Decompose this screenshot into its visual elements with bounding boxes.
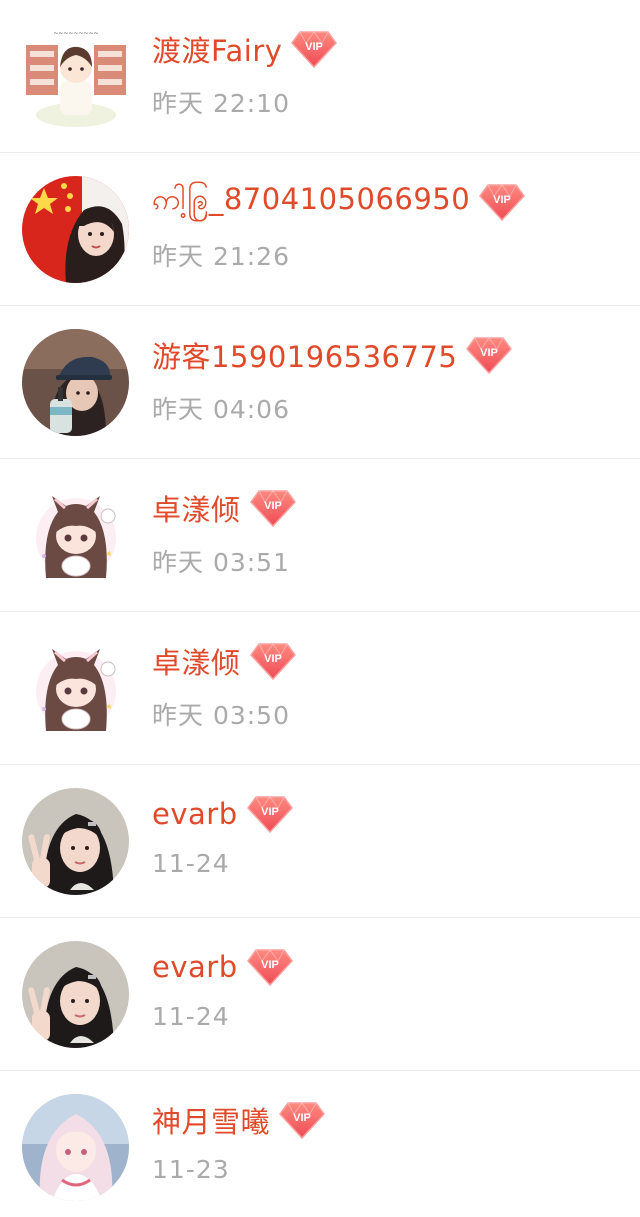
username[interactable]: evarb	[152, 797, 238, 831]
visit-time: 昨天 22:10	[152, 89, 290, 118]
username-line: 卓漾倾	[152, 639, 297, 683]
username[interactable]: 渡渡Fairy	[152, 28, 282, 70]
visit-time: 11-24	[152, 849, 230, 878]
list-item[interactable]: evarb 11-24	[0, 918, 640, 1071]
username[interactable]: 卓漾倾	[152, 640, 241, 682]
username-line: 卓漾倾	[152, 486, 297, 530]
username-line: 神月雪曦	[152, 1098, 326, 1142]
vip-diamond-icon	[246, 947, 294, 987]
list-item[interactable]: 卓漾倾 昨天 03:51	[0, 459, 640, 612]
visit-time: 昨天 04:06	[152, 395, 290, 424]
list-item[interactable]: 神月雪曦 11-23	[0, 1071, 640, 1217]
list-item[interactable]: 卓漾倾 昨天 03:50	[0, 612, 640, 765]
vip-diamond-icon	[465, 335, 513, 375]
vip-diamond-icon	[278, 1100, 326, 1140]
vip-diamond-icon	[249, 641, 297, 681]
visit-time: 11-23	[152, 1155, 230, 1184]
list-item[interactable]: evarb 11-24	[0, 765, 640, 918]
username-line: evarb	[152, 792, 294, 836]
anime-girl-avatar[interactable]	[22, 1094, 129, 1201]
sticker-girl-avatar[interactable]: ~~~~~~~~~	[22, 23, 129, 130]
username[interactable]: 游客1590196536775	[152, 334, 457, 376]
visitor-list: ~~~~~~~~~ 渡渡Fairy 昨天 22:10 ဢါ့ဨြ_8704105…	[0, 0, 640, 1217]
visit-time: 11-24	[152, 1002, 230, 1031]
flag-girl-avatar[interactable]	[22, 176, 129, 283]
peace-sign-girl-avatar[interactable]	[22, 941, 129, 1048]
visit-time: 昨天 03:51	[152, 548, 290, 577]
username-line: 游客1590196536775	[152, 333, 513, 377]
username[interactable]: evarb	[152, 950, 238, 984]
cap-girl-avatar[interactable]	[22, 329, 129, 436]
list-item[interactable]: 游客1590196536775 昨天 04:06	[0, 306, 640, 459]
list-item[interactable]: ~~~~~~~~~ 渡渡Fairy 昨天 22:10	[0, 0, 640, 153]
svg-text:~~~~~~~~~: ~~~~~~~~~	[53, 30, 98, 37]
vip-diamond-icon	[290, 29, 338, 69]
username[interactable]: 卓漾倾	[152, 487, 241, 529]
username[interactable]: ဢါ့ဨြ_8704105066950	[152, 181, 470, 224]
vip-diamond-icon	[249, 488, 297, 528]
username-line: ဢါ့ဨြ_8704105066950	[152, 180, 526, 224]
vip-diamond-icon	[478, 182, 526, 222]
visit-time: 昨天 03:50	[152, 701, 290, 730]
visit-time: 昨天 21:26	[152, 242, 290, 271]
username-line: evarb	[152, 945, 294, 989]
username[interactable]: 神月雪曦	[152, 1099, 270, 1141]
vip-diamond-icon	[246, 794, 294, 834]
username-line: 渡渡Fairy	[152, 27, 338, 71]
list-item[interactable]: ဢါ့ဨြ_8704105066950 昨天 21:26	[0, 153, 640, 306]
cartoon-girl-avatar[interactable]	[22, 635, 129, 742]
cartoon-girl-avatar[interactable]	[22, 482, 129, 589]
peace-sign-girl-avatar[interactable]	[22, 788, 129, 895]
